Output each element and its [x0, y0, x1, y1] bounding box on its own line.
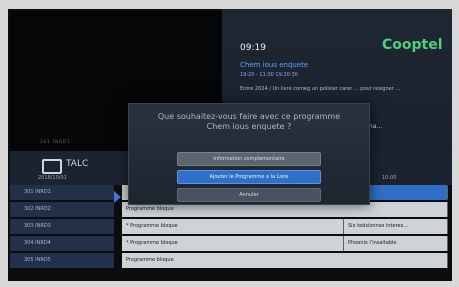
channel-row[interactable]: 303 INRD3	[10, 219, 114, 234]
program-cell[interactable]: * Programme bloque	[122, 236, 344, 251]
dialog-question: Que souhaitez-vous faire avec ce program…	[129, 112, 369, 132]
program-cell[interactable]: * Programme bloque	[122, 219, 344, 234]
tv-icon	[42, 159, 62, 174]
channel-name: TALC	[66, 159, 89, 169]
action-dialog: Que souhaitez-vous faire avec ce program…	[128, 103, 370, 205]
channel-row[interactable]: 305 INRD5	[10, 253, 114, 268]
bottom-bar	[8, 271, 452, 281]
guide-row: Programme bloque	[114, 253, 450, 268]
cancel-button[interactable]: Annuler	[177, 188, 321, 202]
dialog-question-line1: Que souhaitez-vous faire avec ce program…	[157, 112, 341, 121]
clock: 09:19	[240, 43, 266, 53]
channel-date: 2018/10/01	[38, 175, 67, 181]
guide-time-marker: 10:00	[382, 175, 397, 181]
program-time: 19:20 - 11:00 19:20:30	[240, 72, 298, 78]
channel-row[interactable]: 302 INRD2	[10, 202, 114, 217]
channel-list: 301 INRD1 302 INRD2 303 INRD3 304 INRD4 …	[10, 185, 114, 270]
program-cell[interactable]: Programme bloque	[122, 253, 448, 268]
video-channel-strip: 301 INRD1	[40, 139, 71, 144]
channel-row[interactable]: 304 INRD4	[10, 236, 114, 251]
dialog-question-line2: Chem ious enquete ?	[206, 122, 292, 131]
guide-row: * Programme bloque Phoenix l'insaltable	[114, 236, 450, 251]
program-cell[interactable]: Phoenix l'insaltable	[344, 236, 448, 251]
program-description: Entre 2024 / Un livre comeg un polisier …	[240, 86, 401, 92]
program-cell[interactable]: Six tedsionnes interes...	[344, 219, 448, 234]
tv-screen: 301 INRD1 09:19 Cooptel Chem ious enquet…	[8, 9, 452, 281]
more-info-button[interactable]: Information complementaire	[177, 152, 321, 166]
program-title: Chem ious enquete	[240, 61, 309, 69]
guide-row: * Programme bloque Six tedsionnes intere…	[114, 219, 450, 234]
channel-row[interactable]: 301 INRD1	[10, 185, 114, 200]
add-to-list-button[interactable]: Ajouter le Programme a la Liste	[177, 170, 321, 184]
brand-logo: Cooptel	[382, 37, 443, 53]
